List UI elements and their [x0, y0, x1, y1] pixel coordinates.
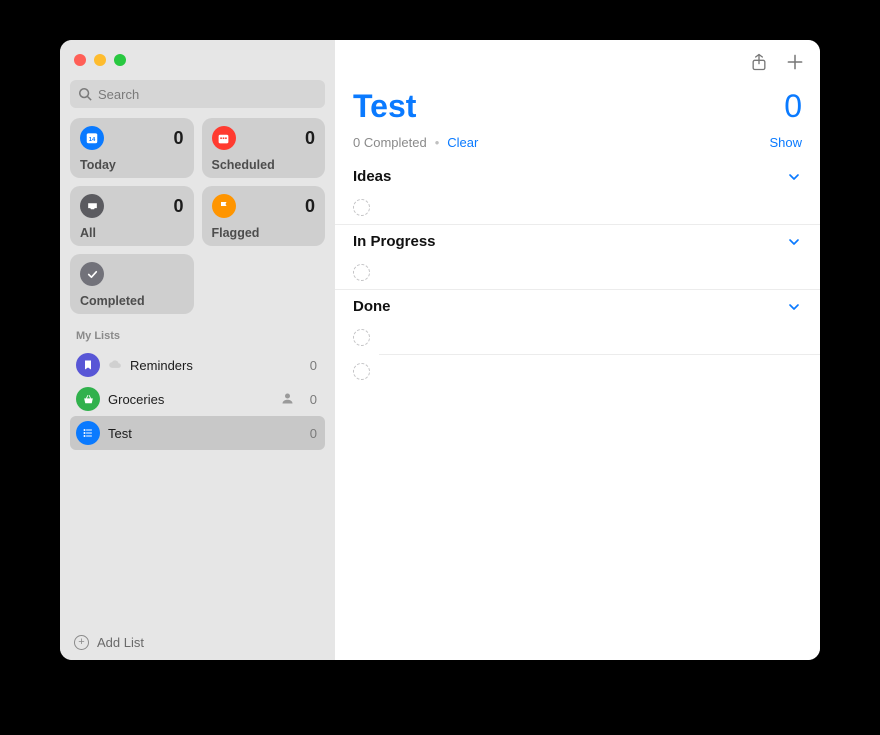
- calendar-day-icon: 14: [80, 126, 104, 150]
- chevron-down-icon: [786, 299, 802, 315]
- reminder-checkbox[interactable]: [353, 363, 370, 380]
- reminder-checkbox[interactable]: [353, 264, 370, 281]
- reminders-window: 14 0 Today 0 Scheduled: [60, 40, 820, 660]
- close-window-button[interactable]: [74, 54, 86, 66]
- list-header: Test 0: [335, 84, 820, 125]
- flag-icon: [212, 194, 236, 218]
- cloud-sync-icon: [108, 358, 122, 372]
- list-count: 0: [310, 358, 317, 373]
- bookmark-icon: [76, 353, 100, 377]
- zoom-window-button[interactable]: [114, 54, 126, 66]
- smart-count: 0: [173, 196, 183, 217]
- window-traffic-lights: [70, 40, 325, 76]
- plus-circle-icon: [74, 635, 89, 650]
- search-input[interactable]: [70, 80, 325, 108]
- list-count: 0: [310, 392, 317, 407]
- tray-icon: [80, 194, 104, 218]
- smart-lists: 14 0 Today 0 Scheduled: [70, 118, 325, 314]
- smart-list-scheduled[interactable]: 0 Scheduled: [202, 118, 326, 178]
- share-icon[interactable]: [748, 51, 770, 73]
- main-panel: Test 0 0 Completed • Clear Show Ideas In …: [335, 40, 820, 660]
- list-name: Reminders: [130, 358, 302, 373]
- smart-count: 0: [173, 128, 183, 149]
- smart-count: 0: [305, 196, 315, 217]
- section-title: In Progress: [353, 233, 436, 250]
- search-container: [70, 80, 325, 108]
- list-title: Test: [353, 88, 416, 125]
- svg-text:14: 14: [89, 137, 96, 143]
- sidebar-list-row[interactable]: Reminders 0: [70, 348, 325, 382]
- completed-bar: 0 Completed • Clear Show: [335, 125, 820, 160]
- add-reminder-icon[interactable]: [784, 51, 806, 73]
- reminder-checkbox[interactable]: [353, 199, 370, 216]
- section-title: Ideas: [353, 168, 391, 185]
- new-reminder-row[interactable]: [335, 256, 820, 289]
- smart-list-today[interactable]: 14 0 Today: [70, 118, 194, 178]
- list-count: 0: [310, 426, 317, 441]
- shared-icon: [280, 391, 296, 407]
- new-reminder-row[interactable]: [335, 321, 820, 354]
- checkmark-icon: [80, 262, 104, 286]
- sidebar-list-row[interactable]: Test 0: [70, 416, 325, 450]
- smart-count: 0: [305, 128, 315, 149]
- list-name: Test: [108, 426, 302, 441]
- smart-label: All: [80, 226, 184, 240]
- smart-list-all[interactable]: 0 All: [70, 186, 194, 246]
- section-header[interactable]: In Progress: [335, 224, 820, 256]
- smart-label: Scheduled: [212, 158, 316, 172]
- smart-label: Completed: [80, 294, 184, 308]
- basket-icon: [76, 387, 100, 411]
- list-name: Groceries: [108, 392, 272, 407]
- sidebar-list-row[interactable]: Groceries 0: [70, 382, 325, 416]
- smart-list-flagged[interactable]: 0 Flagged: [202, 186, 326, 246]
- completed-count-label: 0 Completed: [353, 135, 427, 150]
- list-icon: [76, 421, 100, 445]
- toolbar: [335, 40, 820, 84]
- smart-label: Today: [80, 158, 184, 172]
- new-reminder-row[interactable]: [335, 191, 820, 224]
- add-list-label: Add List: [97, 635, 144, 650]
- mylists-container: Reminders 0 Groceries 0 Test 0: [70, 348, 325, 450]
- new-reminder-row[interactable]: [335, 355, 820, 388]
- smart-list-completed[interactable]: Completed: [70, 254, 194, 314]
- sections-container: Ideas In Progress Done: [335, 160, 820, 388]
- section-title: Done: [353, 298, 391, 315]
- calendar-icon: [212, 126, 236, 150]
- minimize-window-button[interactable]: [94, 54, 106, 66]
- sidebar: 14 0 Today 0 Scheduled: [60, 40, 335, 660]
- chevron-down-icon: [786, 234, 802, 250]
- list-count: 0: [784, 88, 802, 125]
- mylists-heading: My Lists: [76, 330, 321, 342]
- search-icon: [78, 87, 92, 101]
- section-header[interactable]: Done: [335, 289, 820, 321]
- show-completed-button[interactable]: Show: [769, 135, 802, 150]
- reminder-checkbox[interactable]: [353, 329, 370, 346]
- chevron-down-icon: [786, 169, 802, 185]
- add-list-button[interactable]: Add List: [70, 629, 325, 652]
- separator-dot: •: [435, 135, 440, 150]
- clear-button[interactable]: Clear: [447, 135, 478, 150]
- smart-label: Flagged: [212, 226, 316, 240]
- section-header[interactable]: Ideas: [335, 160, 820, 191]
